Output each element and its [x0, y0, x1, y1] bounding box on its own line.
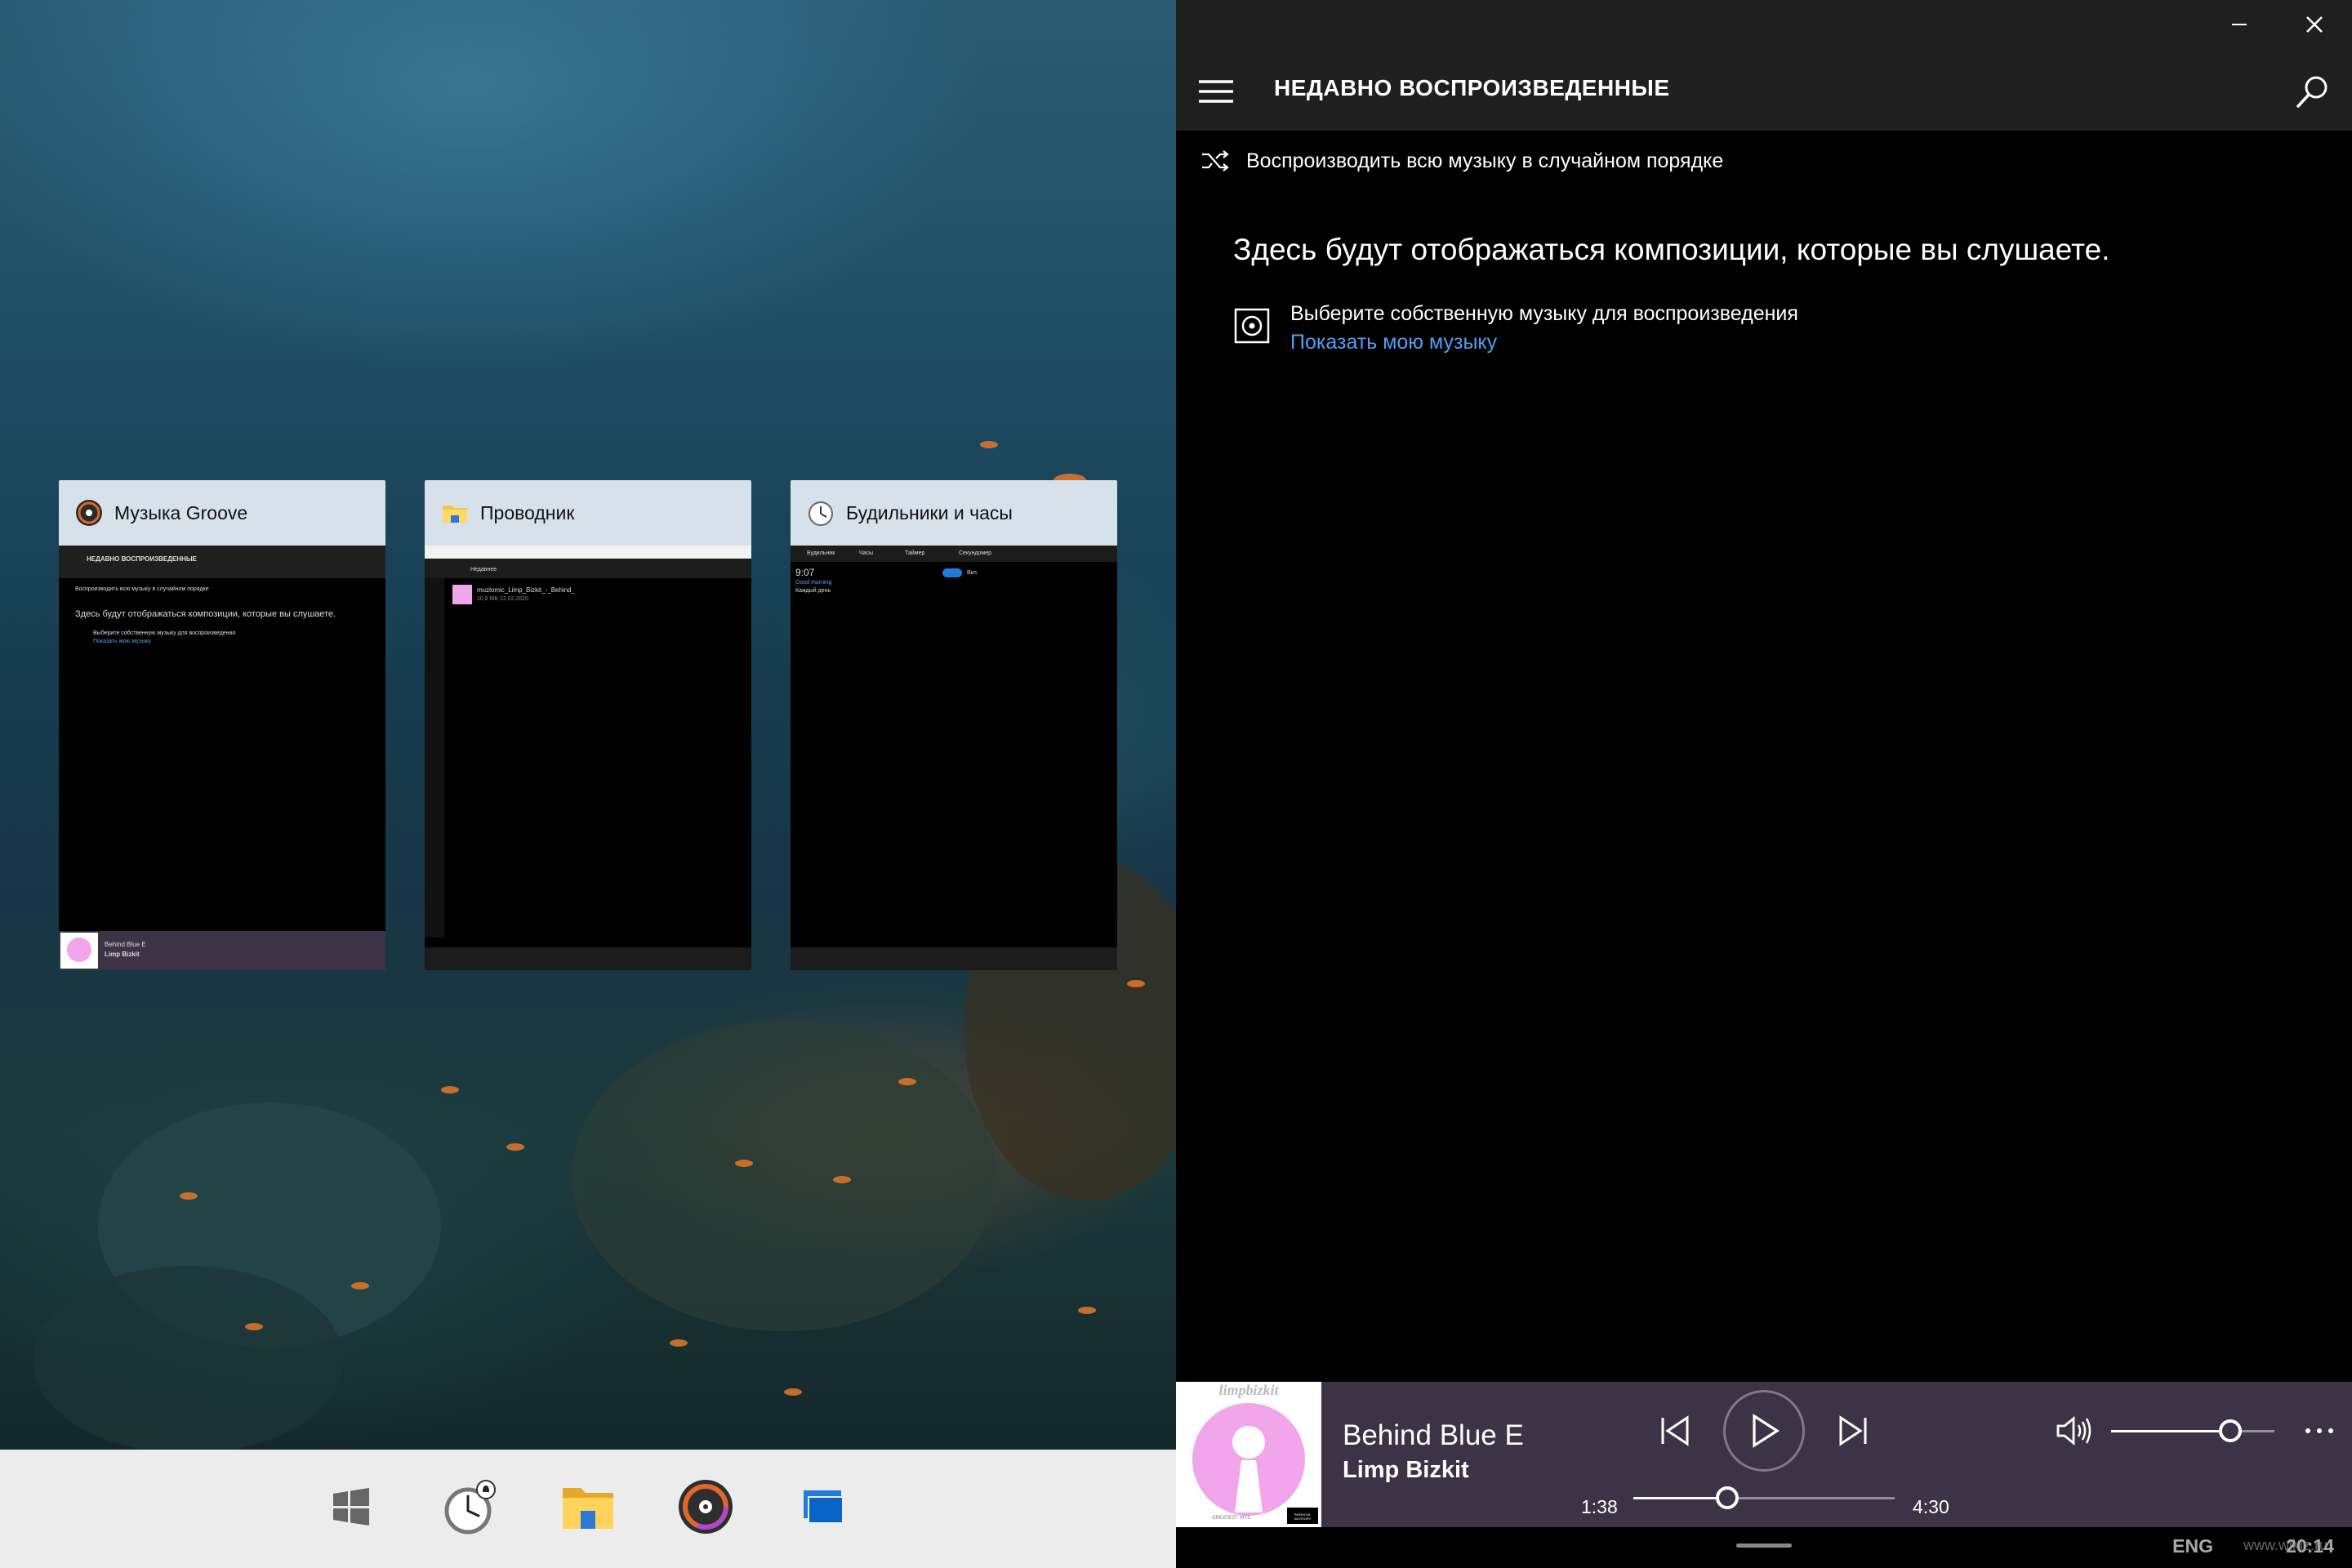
volume-button[interactable]: [2050, 1406, 2099, 1455]
search-icon: [2296, 76, 2328, 108]
show-my-music-link[interactable]: Показать мою музыку: [1290, 331, 1798, 354]
thumb-alarm-repeat: Каждый день: [795, 588, 831, 594]
album-footer: GREATEST HITS: [1212, 1516, 1251, 1521]
more-options-button[interactable]: [2295, 1406, 2344, 1455]
task-card-title: Будильники и часы: [846, 501, 1013, 523]
task-card-header: Будильники и часы: [791, 480, 1117, 546]
task-card-explorer[interactable]: Проводник Недавнее muzlomic_Limp_Bizkit_…: [425, 480, 751, 970]
next-icon: [1839, 1415, 1867, 1446]
empty-state-message: Здесь будут отображаться композиции, кот…: [1233, 233, 2110, 266]
taskbar: [0, 1450, 1176, 1568]
task-card-title: Музыка Groove: [114, 501, 248, 523]
album-logo-text: limpbizkit: [1176, 1382, 1321, 1403]
gripper-handle[interactable]: [1736, 1544, 1792, 1548]
choose-music-row: Выберите собственную музыку для воспроиз…: [1233, 302, 1798, 354]
thumb-alarm-time: 9:07: [795, 567, 815, 578]
app-header: НЕДАВНО ВОСПРОИЗВЕДЕННЫЕ: [1176, 49, 2352, 131]
previous-button[interactable]: [1650, 1406, 1699, 1455]
shuffle-all-label: Воспроизводить всю музыку в случайном по…: [1246, 149, 1724, 172]
file-explorer-icon: [443, 506, 467, 523]
advisory-label: PARENTAL ADVISORY: [1287, 1508, 1318, 1524]
alarms-icon: [444, 1480, 496, 1535]
thumb-file: muzlomic_Limp_Bizkit_-_Behind_: [477, 586, 576, 594]
shuffle-all-button[interactable]: Воспроизводить всю музыку в случайном по…: [1176, 131, 2352, 191]
song-title[interactable]: Behind Blue E: [1343, 1419, 1524, 1452]
play-button[interactable]: [1723, 1390, 1805, 1472]
choose-music-text: Выберите собственную музыку для воспроиз…: [1290, 302, 1798, 325]
hamburger-menu-button[interactable]: [1197, 77, 1235, 109]
system-clock[interactable]: 20:14: [2286, 1535, 2334, 1557]
thumb-tab: Будильник: [807, 550, 835, 556]
taskbar-task-view[interactable]: [791, 1474, 856, 1539]
now-playing-bar: limpbizkit GREATEST HITS PARENTAL ADVISO…: [1176, 1382, 2352, 1527]
thumb-empty-message: Здесь будут отображаться композиции, кот…: [75, 609, 336, 619]
shuffle-icon: [1202, 150, 1229, 172]
previous-icon: [1661, 1415, 1689, 1446]
thumb-meta: 10,8 МБ 12.02.2020: [477, 596, 528, 602]
close-button[interactable]: [2277, 0, 2352, 49]
album-art[interactable]: limpbizkit GREATEST HITS PARENTAL ADVISO…: [1176, 1382, 1321, 1527]
elapsed-time: 1:38: [1581, 1496, 1618, 1517]
song-artist[interactable]: Limp Bizkit: [1343, 1457, 1469, 1484]
screen: Музыка Groove НЕДАВНО ВОСПРОИЗВЕДЕННЫЕ В…: [0, 0, 2352, 1568]
seek-fill: [1633, 1497, 1727, 1499]
start-button[interactable]: [318, 1474, 384, 1539]
alarms-clock-icon: [808, 501, 833, 526]
task-card-alarms[interactable]: Будильники и часы Будильник Часы Таймер …: [791, 480, 1117, 970]
thumb-header: НЕДАВНО ВОСПРОИЗВЕДЕННЫЕ: [87, 555, 198, 563]
minimize-button[interactable]: [2202, 0, 2277, 49]
more-icon: [2305, 1428, 2333, 1433]
language-indicator[interactable]: ENG: [2172, 1535, 2213, 1557]
task-card-title: Проводник: [480, 501, 575, 523]
hamburger-icon: [1199, 80, 1233, 103]
groove-icon: [679, 1480, 733, 1534]
thumb-tab: Часы: [859, 550, 874, 556]
groove-thumbnail: НЕДАВНО ВОСПРОИЗВЕДЕННЫЕ Воспроизводить …: [59, 546, 385, 970]
file-explorer-icon: [563, 1488, 613, 1529]
music-folder-icon: [1234, 308, 1270, 344]
groove-app-window: НЕДАВНО ВОСПРОИЗВЕДЕННЫЕ Воспроизводить …: [1176, 0, 2352, 1568]
close-icon: [2306, 16, 2323, 33]
total-duration: 4:30: [1913, 1496, 1949, 1517]
thumb-choose: Выберите собственную музыку для воспроиз…: [93, 630, 236, 636]
task-card-header: Музыка Groove: [59, 480, 385, 546]
next-button[interactable]: [1829, 1406, 1878, 1455]
taskbar-explorer[interactable]: [555, 1474, 621, 1539]
thumb-toggle-label: Вкл.: [967, 570, 978, 576]
thumb-song: Behind Blue E: [105, 941, 146, 948]
play-icon: [1753, 1414, 1780, 1448]
volume-icon: [2056, 1416, 2091, 1446]
start-icon: [333, 1488, 369, 1526]
desktop-wallpaper: Музыка Groove НЕДАВНО ВОСПРОИЗВЕДЕННЫЕ В…: [0, 0, 1176, 1450]
volume-thumb[interactable]: [2219, 1419, 2242, 1442]
minimize-icon: [2232, 24, 2247, 25]
seek-thumb[interactable]: [1716, 1486, 1739, 1509]
silhouette-icon: [1232, 1426, 1265, 1512]
alarms-thumbnail: Будильник Часы Таймер Секундомер 9:07 Go…: [791, 546, 1117, 970]
task-card-groove[interactable]: Музыка Groove НЕДАВНО ВОСПРОИЗВЕДЕННЫЕ В…: [59, 480, 385, 970]
thumb-artist: Limp Bizkit: [105, 951, 140, 958]
explorer-thumbnail: Недавнее muzlomic_Limp_Bizkit_-_Behind_ …: [425, 546, 751, 970]
thumb-tab: Таймер: [905, 550, 925, 556]
window-titlebar: [1176, 0, 2352, 49]
volume-fill: [2111, 1430, 2230, 1432]
thumb-tab: Секундомер: [959, 550, 992, 556]
taskbar-groove[interactable]: [673, 1474, 738, 1539]
page-title: НЕДАВНО ВОСПРОИЗВЕДЕННЫЕ: [1274, 75, 1670, 100]
thumb-shuffle: Воспроизводить всю музыку в случайном по…: [75, 586, 209, 592]
taskbar-alarms[interactable]: [438, 1474, 503, 1539]
search-button[interactable]: [2295, 74, 2331, 109]
groove-music-icon: [76, 500, 102, 526]
task-view-icon: [804, 1490, 844, 1524]
thumb-nav: Недавнее: [470, 567, 497, 572]
thumb-alarm-subtitle: Good morning: [795, 580, 832, 586]
thumb-link: Показать мою музыку: [93, 639, 151, 644]
task-card-header: Проводник: [425, 480, 751, 546]
system-strip: ENG www.wikiz.ru 20:14: [1176, 1527, 2352, 1568]
